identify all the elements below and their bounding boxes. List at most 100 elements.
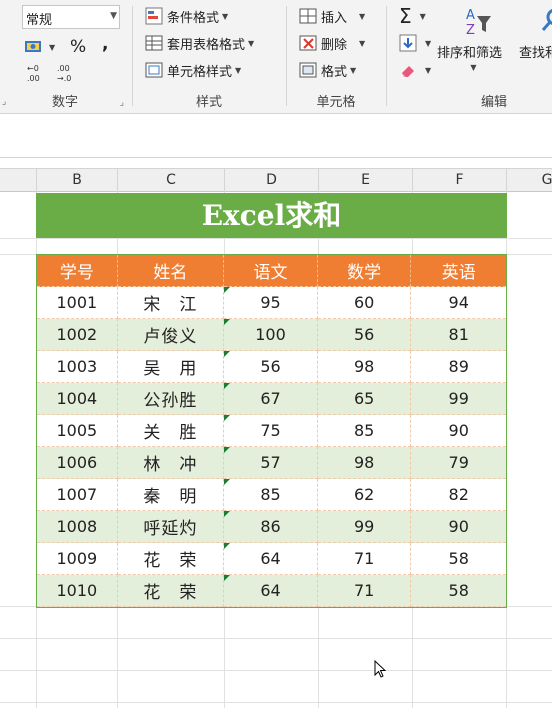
cell-chinese[interactable]: 75 — [224, 415, 318, 447]
comma-style-button[interactable]: , — [102, 33, 108, 55]
column-header-f[interactable]: F — [413, 169, 507, 192]
number-as-text-warning-icon[interactable] — [224, 287, 231, 293]
cell-math[interactable]: 85 — [317, 415, 412, 447]
dialog-launcher-icon[interactable]: ⌟ — [2, 97, 6, 107]
cell-name[interactable]: 花 荣 — [117, 575, 225, 607]
cell-value: 58 — [448, 581, 469, 600]
cell-english[interactable]: 82 — [411, 479, 507, 511]
number-as-text-warning-icon[interactable] — [224, 383, 231, 389]
cell-chinese[interactable]: 95 — [224, 287, 318, 319]
header-cell[interactable]: 姓名 — [117, 255, 225, 287]
cell-name[interactable]: 关 胜 — [117, 415, 225, 447]
percent-style-button[interactable]: % — [70, 36, 86, 58]
number-as-text-warning-icon[interactable] — [224, 479, 231, 485]
cell-english[interactable]: 79 — [411, 447, 507, 479]
cell-name[interactable]: 秦 明 — [117, 479, 225, 511]
cell-math[interactable]: 62 — [317, 479, 412, 511]
cell-english[interactable]: 99 — [411, 383, 507, 415]
percent-label: % — [70, 37, 87, 57]
cell-math[interactable]: 56 — [317, 319, 412, 351]
sort-filter-button[interactable]: A Z 排序和筛选 ▼ — [437, 6, 502, 72]
cell-english[interactable]: 58 — [411, 543, 507, 575]
cell-id[interactable]: 1006 — [37, 447, 118, 479]
cell-name[interactable]: 呼延灼 — [117, 511, 225, 543]
cell-math[interactable]: 71 — [317, 543, 412, 575]
fill-button[interactable]: ▼ — [399, 32, 431, 54]
header-cell[interactable]: 语文 — [224, 255, 318, 287]
comma-label: , — [102, 34, 109, 54]
format-as-table-button[interactable]: 套用表格格式 ▼ — [145, 32, 254, 54]
cell-styles-button[interactable]: 单元格样式 ▼ — [145, 59, 241, 81]
cell-chinese[interactable]: 100 — [224, 319, 318, 351]
autosum-button[interactable]: Σ ▼ — [399, 4, 426, 28]
number-as-text-warning-icon[interactable] — [224, 415, 231, 421]
cell-math[interactable]: 71 — [317, 575, 412, 607]
cell-name[interactable]: 吴 用 — [117, 351, 225, 383]
cell-id[interactable]: 1001 — [37, 287, 118, 319]
cell-chinese[interactable]: 57 — [224, 447, 318, 479]
cell-name[interactable]: 宋 江 — [117, 287, 225, 319]
find-select-button[interactable]: 查找和 — [515, 6, 552, 61]
cell-math[interactable]: 98 — [317, 351, 412, 383]
cell-value: 95 — [260, 293, 281, 312]
cell-english[interactable]: 90 — [411, 511, 507, 543]
column-header-b[interactable]: B — [37, 169, 118, 192]
cell-id[interactable]: 1008 — [37, 511, 118, 543]
number-as-text-warning-icon[interactable] — [224, 319, 231, 325]
cell-chinese[interactable]: 86 — [224, 511, 318, 543]
select-all-corner[interactable] — [0, 169, 37, 192]
header-cell[interactable]: 英语 — [411, 255, 507, 287]
format-cells-button[interactable]: 格式 ▼ — [299, 59, 356, 81]
sheet-title[interactable]: Excel求和 — [36, 193, 507, 238]
cell-id[interactable]: 1010 — [37, 575, 118, 607]
header-cell[interactable]: 数学 — [317, 255, 412, 287]
cell-id[interactable]: 1007 — [37, 479, 118, 511]
column-header-c[interactable]: C — [118, 169, 225, 192]
number-as-text-warning-icon[interactable] — [224, 575, 231, 581]
number-format-dropdown[interactable]: 常规 ▼ — [22, 5, 120, 29]
cell-name[interactable]: 卢俊义 — [117, 319, 225, 351]
conditional-formatting-button[interactable]: 条件格式 ▼ — [145, 5, 228, 27]
cell-math[interactable]: 65 — [317, 383, 412, 415]
cell-value: 71 — [353, 549, 375, 568]
increase-decimal-button[interactable]: ←0 .00 — [26, 62, 48, 84]
cell-id[interactable]: 1005 — [37, 415, 118, 447]
cell-math[interactable]: 98 — [317, 447, 412, 479]
number-as-text-warning-icon[interactable] — [224, 543, 231, 549]
cell-english[interactable]: 94 — [411, 287, 507, 319]
column-header-d[interactable]: D — [225, 169, 319, 192]
clear-button[interactable]: ▼ — [399, 59, 431, 81]
cell-english[interactable]: 89 — [411, 351, 507, 383]
gridline — [0, 238, 552, 239]
accounting-format-button[interactable]: ▼ — [24, 36, 55, 58]
cell-name[interactable]: 林 冲 — [117, 447, 225, 479]
delete-cells-button[interactable]: 删除 ▼ — [299, 32, 365, 54]
cell-id[interactable]: 1002 — [37, 319, 118, 351]
number-as-text-warning-icon[interactable] — [224, 447, 231, 453]
cell-math[interactable]: 60 — [317, 287, 412, 319]
decrease-decimal-button[interactable]: .00 →.0 — [56, 62, 78, 84]
cell-english[interactable]: 90 — [411, 415, 507, 447]
cell-chinese[interactable]: 64 — [224, 543, 318, 575]
insert-cells-button[interactable]: 插入 ▼ — [299, 5, 365, 27]
cell-english[interactable]: 58 — [411, 575, 507, 607]
cell-chinese[interactable]: 67 — [224, 383, 318, 415]
cell-chinese[interactable]: 64 — [224, 575, 318, 607]
column-header-g[interactable]: G — [507, 169, 552, 192]
number-as-text-warning-icon[interactable] — [224, 351, 231, 357]
cell-id[interactable]: 1003 — [37, 351, 118, 383]
cell-english[interactable]: 81 — [411, 319, 507, 351]
header-cell[interactable]: 学号 — [37, 255, 118, 287]
cell-name[interactable]: 公孙胜 — [117, 383, 225, 415]
cell-value: 56 — [353, 325, 375, 344]
cell-name[interactable]: 花 荣 — [117, 543, 225, 575]
number-as-text-warning-icon[interactable] — [224, 511, 231, 517]
column-header-e[interactable]: E — [319, 169, 413, 192]
cell-math[interactable]: 99 — [317, 511, 412, 543]
cell-id[interactable]: 1004 — [37, 383, 118, 415]
dialog-launcher-icon[interactable]: ⌟ — [120, 98, 124, 108]
cell-chinese[interactable]: 56 — [224, 351, 318, 383]
cell-id[interactable]: 1009 — [37, 543, 118, 575]
svg-text:Z: Z — [466, 23, 475, 38]
cell-chinese[interactable]: 85 — [224, 479, 318, 511]
